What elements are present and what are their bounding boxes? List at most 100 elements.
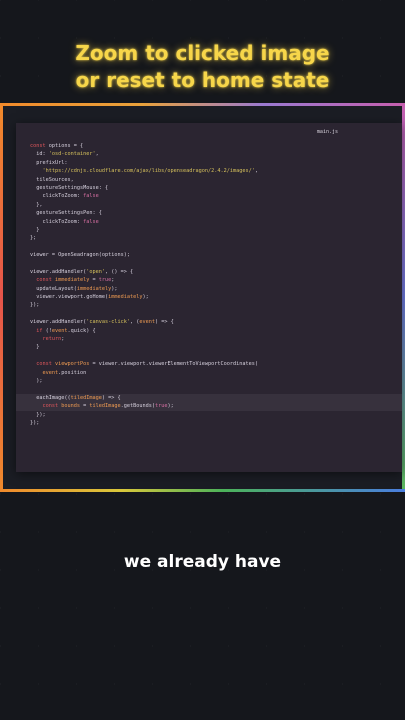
code-token: ; (111, 277, 115, 284)
code-token: }); (30, 419, 40, 426)
code-token: viewer.viewport.goHome( (30, 294, 109, 301)
code-token: immediately (55, 277, 90, 284)
video-headline: Zoom to clicked image or reset to home s… (0, 40, 405, 94)
code-token: prefixUrl: (30, 159, 68, 166)
code-line: 'https://cdnjs.cloudflare.com/ajax/libs/… (30, 167, 402, 175)
code-token: } (30, 344, 40, 351)
code-line: id: 'osd-container', (30, 150, 402, 158)
code-token: viewer.addHandler( (30, 268, 87, 275)
code-token: , (95, 151, 99, 158)
code-token: tiledImage (70, 394, 102, 401)
code-line: event.position (30, 369, 402, 377)
code-token: 'https://cdnjs.cloudflare.com/ajax/libs/… (42, 168, 255, 175)
code-token: .position (58, 369, 87, 376)
code-token: const (30, 143, 49, 149)
code-token: ; (61, 335, 65, 342)
code-token: options = { (48, 143, 84, 149)
code-line: viewer.viewport.goHome(immediately); (30, 293, 402, 301)
code-line: ); (30, 377, 402, 385)
code-line: if (!event.quick) { (30, 327, 402, 335)
code-line: prefixUrl: (30, 159, 402, 167)
code-token: = (80, 403, 90, 410)
code-token: }; (30, 235, 37, 242)
code-token: if (36, 327, 46, 334)
code-token: tileSources, (30, 176, 74, 183)
code-token: .getBounds( (120, 403, 155, 410)
code-token: } (30, 226, 40, 233)
code-token: immediately (108, 294, 143, 301)
code-line: viewer.addHandler('canvas-click', (event… (30, 318, 402, 326)
code-token: const (42, 403, 62, 410)
code-token: event (139, 319, 155, 326)
code-token: ) => { (101, 394, 121, 401)
code-token: gestureSettingsMouse: { (30, 184, 109, 191)
code-token: }); (30, 411, 46, 418)
code-token: ); (111, 285, 118, 292)
headline-line-2: or reset to home state (75, 68, 330, 92)
code-line: }, (30, 201, 402, 209)
code-token: ); (167, 403, 174, 410)
frame-border-bottom (0, 489, 405, 492)
code-token: false (83, 193, 99, 200)
code-token: , ( (129, 319, 140, 326)
code-token: 'canvas-click' (86, 319, 130, 326)
code-token: event (51, 327, 68, 334)
code-line: } (30, 343, 402, 351)
code-token: }, (30, 201, 43, 208)
code-token: ); (30, 377, 43, 384)
code-line: }); (30, 301, 402, 309)
code-line: gestureSettingsMouse: { (30, 184, 402, 192)
code-line: return; (30, 335, 402, 343)
code-line: updateLayout(immediately); (30, 285, 402, 293)
code-token: = viewer.viewport.viewerElementToViewpor… (89, 361, 259, 368)
code-area: const options = { id: 'osd-container', p… (16, 142, 402, 427)
code-token: bounds (61, 403, 80, 410)
code-editor: main.js const options = { id: 'osd-conta… (16, 123, 402, 472)
code-token: = (89, 277, 99, 284)
code-line: const bounds = tiledImage.getBounds(true… (16, 402, 402, 411)
code-line: viewer = OpenSeadragon(options); (30, 251, 402, 259)
code-token: return (42, 335, 62, 342)
code-token: updateLayout( (30, 285, 77, 292)
frame-border-top (0, 103, 405, 106)
code-line: } (30, 226, 402, 234)
code-line: viewer.addHandler('open', () => { (30, 268, 402, 276)
code-line: gestureSettingsPen: { (30, 209, 402, 217)
code-token: const (36, 361, 55, 368)
code-line: }); (30, 411, 402, 419)
code-line: }); (30, 419, 402, 427)
code-line: clickToZoom: false (30, 218, 402, 226)
code-token: true (154, 403, 168, 410)
code-token: true (98, 277, 112, 284)
code-token: immediately (76, 285, 112, 292)
code-token: 'open' (86, 268, 105, 275)
code-token: , () => { (104, 268, 134, 275)
code-token: event (42, 369, 59, 376)
code-line: const immediately = true; (30, 276, 402, 284)
code-token: clickToZoom: (30, 218, 84, 225)
code-token: false (83, 218, 99, 225)
code-line: }; (30, 234, 402, 242)
headline-line-1: Zoom to clicked image (75, 41, 330, 65)
file-tab[interactable]: main.js (317, 129, 338, 135)
frame-border-left (0, 103, 3, 492)
code-token: const (36, 277, 55, 284)
caption-subtitle: we already have (123, 552, 282, 572)
code-token: 'osd-container' (48, 151, 96, 158)
code-token: }); (30, 302, 40, 309)
code-token: , (254, 168, 258, 175)
code-line: const viewportPos = viewer.viewport.view… (30, 360, 402, 368)
code-line: clickToZoom: false (30, 192, 402, 200)
code-token: viewportPos (55, 361, 90, 368)
code-token: .quick) { (67, 327, 96, 334)
code-token: viewer.addHandler( (30, 319, 87, 326)
code-token: viewer = OpenSeadragon(options); (30, 252, 130, 259)
